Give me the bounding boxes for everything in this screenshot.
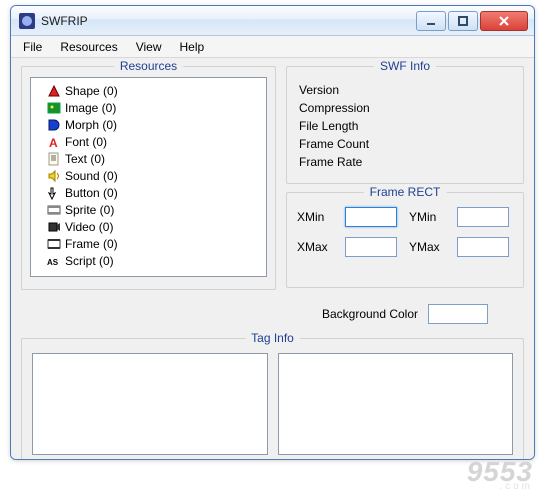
tree-item-video[interactable]: Video (0) bbox=[35, 218, 262, 235]
client-area: Resources Shape (0) Image (0) bbox=[11, 58, 534, 460]
tree-item-script[interactable]: AS Script (0) bbox=[35, 252, 262, 269]
swfinfo-legend: SWF Info bbox=[374, 59, 436, 73]
tree-label: Text (0) bbox=[65, 152, 105, 166]
swfinfo-framerate-label: Frame Rate bbox=[299, 155, 409, 169]
swfinfo-row: Frame Count bbox=[299, 135, 511, 153]
tree-label: Sound (0) bbox=[65, 169, 118, 183]
tree-label: Button (0) bbox=[65, 186, 118, 200]
titlebar[interactable]: SWFRIP bbox=[11, 6, 534, 36]
tree-label: Sprite (0) bbox=[65, 203, 114, 217]
tree-label: Shape (0) bbox=[65, 84, 118, 98]
ymax-input[interactable] bbox=[457, 237, 509, 257]
morph-icon bbox=[47, 118, 61, 132]
button-icon bbox=[47, 186, 61, 200]
image-icon bbox=[47, 101, 61, 115]
tree-label: Font (0) bbox=[65, 135, 107, 149]
tree-label: Script (0) bbox=[65, 254, 114, 268]
swfinfo-row: Version bbox=[299, 81, 511, 99]
svg-text:AS: AS bbox=[47, 258, 59, 267]
swfinfo-row: Frame Rate bbox=[299, 153, 511, 171]
ymin-label: YMin bbox=[409, 210, 449, 224]
menu-resources[interactable]: Resources bbox=[52, 38, 125, 56]
xmin-input[interactable] bbox=[345, 207, 397, 227]
tree-item-image[interactable]: Image (0) bbox=[35, 99, 262, 116]
tree-label: Video (0) bbox=[65, 220, 113, 234]
swfinfo-compression-label: Compression bbox=[299, 101, 409, 115]
font-icon: A bbox=[47, 135, 61, 149]
taginfo-legend: Tag Info bbox=[245, 331, 300, 345]
swfinfo-row: File Length bbox=[299, 117, 511, 135]
tree-item-morph[interactable]: Morph (0) bbox=[35, 116, 262, 133]
framerect-legend: Frame RECT bbox=[364, 185, 447, 199]
menubar: File Resources View Help bbox=[11, 36, 534, 58]
maximize-button[interactable] bbox=[448, 11, 478, 31]
tree-item-text[interactable]: Text (0) bbox=[35, 150, 262, 167]
sound-icon bbox=[47, 169, 61, 183]
tree-label: Image (0) bbox=[65, 101, 116, 115]
xmin-label: XMin bbox=[297, 210, 337, 224]
frame-icon bbox=[47, 237, 61, 251]
xmax-label: XMax bbox=[297, 240, 337, 254]
minimize-button[interactable] bbox=[416, 11, 446, 31]
tree-item-frame[interactable]: Frame (0) bbox=[35, 235, 262, 252]
framerect-group: Frame RECT XMin YMin XMax YMax bbox=[286, 192, 524, 288]
taginfo-group: Tag Info bbox=[21, 338, 524, 460]
resources-group: Resources Shape (0) Image (0) bbox=[21, 66, 276, 290]
video-icon bbox=[47, 220, 61, 234]
app-window: SWFRIP File Resources View Help Resource… bbox=[10, 5, 535, 460]
sprite-icon bbox=[47, 203, 61, 217]
resources-tree[interactable]: Shape (0) Image (0) Morph (0) bbox=[30, 77, 267, 277]
swfinfo-framecount-label: Frame Count bbox=[299, 137, 409, 151]
shape-icon bbox=[47, 84, 61, 98]
tree-label: Frame (0) bbox=[65, 237, 118, 251]
maximize-icon bbox=[458, 16, 468, 26]
swfinfo-group: SWF Info Version Compression File Length… bbox=[286, 66, 524, 184]
menu-view[interactable]: View bbox=[128, 38, 170, 56]
svg-text:A: A bbox=[49, 136, 58, 149]
window-title: SWFRIP bbox=[41, 14, 88, 28]
ymin-input[interactable] bbox=[457, 207, 509, 227]
bgcolor-row: Background Color bbox=[286, 302, 524, 326]
taginfo-left-pane[interactable] bbox=[32, 353, 268, 455]
swfinfo-version-label: Version bbox=[299, 83, 409, 97]
app-icon bbox=[19, 13, 35, 29]
menu-file[interactable]: File bbox=[15, 38, 50, 56]
watermark: 9553 .com bbox=[467, 458, 533, 492]
script-icon: AS bbox=[47, 254, 61, 268]
tree-item-button[interactable]: Button (0) bbox=[35, 184, 262, 201]
bgcolor-label: Background Color bbox=[322, 307, 418, 321]
bgcolor-input[interactable] bbox=[428, 304, 488, 324]
minimize-icon bbox=[426, 16, 436, 26]
tree-label: Morph (0) bbox=[65, 118, 117, 132]
tree-item-shape[interactable]: Shape (0) bbox=[35, 82, 262, 99]
ymax-label: YMax bbox=[409, 240, 449, 254]
tree-item-sprite[interactable]: Sprite (0) bbox=[35, 201, 262, 218]
tree-item-sound[interactable]: Sound (0) bbox=[35, 167, 262, 184]
tree-item-font[interactable]: A Font (0) bbox=[35, 133, 262, 150]
swfinfo-row: Compression bbox=[299, 99, 511, 117]
resources-legend: Resources bbox=[114, 59, 183, 73]
text-icon bbox=[47, 152, 61, 166]
close-icon bbox=[499, 16, 509, 26]
xmax-input[interactable] bbox=[345, 237, 397, 257]
menu-help[interactable]: Help bbox=[172, 38, 213, 56]
taginfo-right-pane[interactable] bbox=[278, 353, 514, 455]
swfinfo-filelength-label: File Length bbox=[299, 119, 409, 133]
close-button[interactable] bbox=[480, 11, 528, 31]
